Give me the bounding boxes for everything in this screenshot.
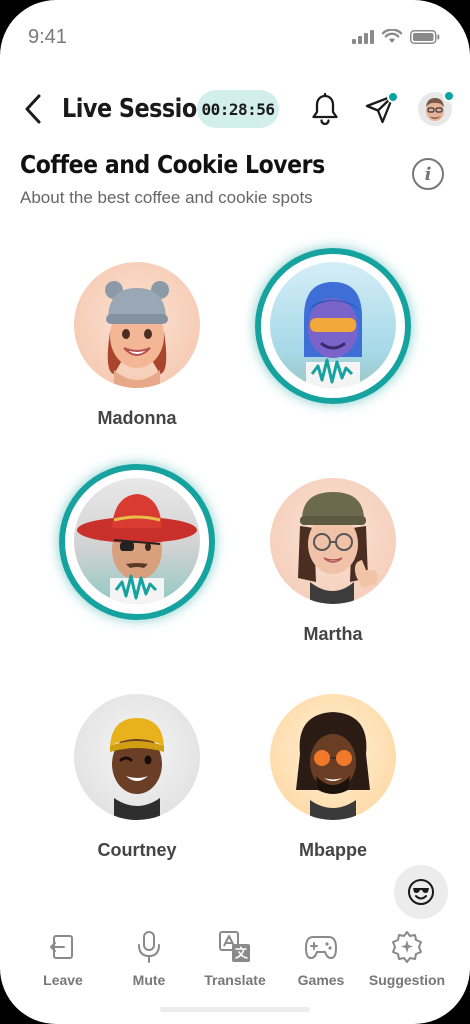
tab-games[interactable]: Games (276, 930, 366, 988)
back-button[interactable] (18, 92, 48, 126)
participant-avatar (270, 478, 396, 604)
share-badge-dot (387, 91, 399, 103)
profile-badge-dot (443, 90, 455, 102)
memoji-beanie-girl-icon (105, 281, 169, 388)
cellular-signal-icon (352, 29, 374, 44)
participant-card[interactable] (243, 248, 423, 408)
memoji-sombrero-icon (77, 494, 197, 604)
room-subtitle: About the best coffee and cookie spots (20, 188, 313, 207)
sparkle-icon (390, 930, 424, 964)
tab-label: Suggestion (368, 972, 446, 988)
participant-avatar (270, 262, 396, 388)
participant-name: Madonna (97, 408, 177, 428)
session-header: Live Session 00:28:56 (0, 86, 470, 132)
share-button[interactable] (362, 90, 399, 128)
participant-avatar (270, 694, 396, 820)
status-icons (352, 29, 440, 44)
participant-card[interactable]: Martha (243, 478, 423, 645)
tab-label: Leave (43, 972, 83, 988)
info-button[interactable]: i (412, 158, 444, 190)
leave-icon (46, 930, 80, 964)
bottom-action-bar: Leave Mute Translate Games Suggestion (0, 930, 470, 996)
room-title: Coffee and Cookie Lovers (20, 150, 325, 179)
info-icon: i (424, 163, 432, 185)
memoji-locs-sunglasses-icon (296, 712, 370, 820)
smiling-sunglasses-icon (408, 879, 434, 905)
chevron-left-icon (25, 94, 41, 124)
home-indicator[interactable] (160, 1007, 310, 1012)
translate-icon (218, 930, 252, 964)
battery-icon (410, 29, 440, 44)
tab-label: Translate (204, 972, 266, 988)
bell-icon (312, 93, 338, 125)
participant-name: Courtney (97, 840, 177, 860)
tab-translate[interactable]: Translate (190, 930, 280, 988)
microphone-icon (132, 930, 166, 964)
participant-card[interactable]: Madonna (47, 262, 227, 429)
wifi-icon (382, 29, 402, 43)
tab-leave[interactable]: Leave (18, 930, 108, 988)
tab-label: Mute (132, 972, 166, 988)
tab-mute[interactable]: Mute (104, 930, 194, 988)
memoji-blue-hair-icon (304, 282, 362, 388)
participant-avatar (74, 694, 200, 820)
notifications-button[interactable] (307, 90, 343, 128)
participant-avatar (74, 478, 200, 604)
participant-avatar (74, 262, 200, 388)
participant-name: Mbappe (298, 840, 367, 860)
participant-card[interactable] (47, 464, 227, 624)
phone-frame: 9:41 Live Session 00:28:56 Coffee and Co… (0, 0, 470, 1024)
memoji-thumbs-up-girl-icon (298, 492, 378, 604)
gamepad-icon (304, 930, 338, 964)
participant-card[interactable]: Courtney (47, 694, 227, 861)
participant-name: Martha (303, 624, 363, 644)
page-title: Live Session (62, 94, 213, 124)
memoji-winking-man-icon (110, 718, 164, 820)
status-time: 9:41 (28, 26, 67, 48)
session-timer: 00:28:56 (197, 90, 279, 128)
reaction-button[interactable] (394, 865, 448, 919)
tab-suggestion[interactable]: Suggestion (362, 930, 452, 988)
app-screen: 9:41 Live Session 00:28:56 Coffee and Co… (0, 0, 470, 1024)
participant-card[interactable]: Mbappe (243, 694, 423, 861)
status-bar: 9:41 (0, 0, 470, 76)
tab-label: Games (297, 972, 345, 988)
